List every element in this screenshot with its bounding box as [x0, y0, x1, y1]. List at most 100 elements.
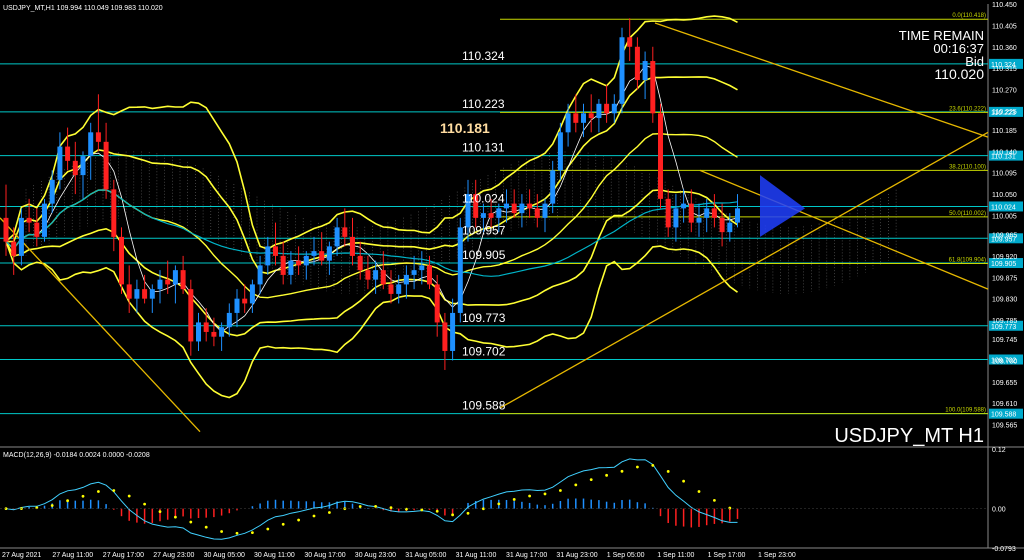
candle-body: [203, 322, 209, 332]
candle-body: [727, 222, 733, 233]
candle-body: [565, 113, 571, 133]
candle-body: [427, 265, 432, 285]
price-level-label: 109.588: [462, 399, 506, 413]
candle: [619, 27, 625, 114]
macd-signal-dot: [574, 483, 578, 487]
candle: [119, 227, 124, 294]
candle-body: [719, 217, 725, 233]
candle-body: [596, 103, 602, 119]
time-tick-label: 30 Aug 05:00: [204, 552, 245, 559]
candle-body: [504, 203, 509, 209]
candle-body: [365, 270, 371, 280]
price-level-label: 109.957: [462, 223, 506, 237]
candle-body: [581, 113, 586, 123]
candle-body: [172, 270, 178, 285]
macd-signal-dot: [636, 465, 639, 469]
candle-body: [704, 208, 710, 218]
candle-body: [342, 227, 348, 237]
candle-body: [257, 265, 263, 285]
candle-body: [265, 246, 271, 266]
candle-body: [149, 289, 155, 299]
candle-body: [527, 203, 533, 209]
candle-body: [735, 208, 740, 223]
candle-body: [72, 160, 78, 176]
time-tick-label: 30 Aug 17:00: [304, 552, 345, 559]
macd-signal-dot: [174, 515, 177, 519]
price-level-label: 110.223: [462, 97, 505, 111]
macd-signal-dot: [451, 513, 454, 517]
macd-signal-dot: [466, 511, 470, 515]
price-tick-label: 109.830: [992, 297, 1017, 304]
candle-body: [611, 103, 617, 114]
macd-signal-dot: [328, 511, 331, 514]
macd-signal-dot: [543, 492, 547, 496]
macd-signal-dot: [143, 502, 147, 506]
candle-body: [134, 289, 140, 299]
candle-body: [157, 279, 163, 290]
macd-signal-dot: [559, 489, 562, 492]
candle-body: [57, 146, 63, 180]
price-tick-label: 110.050: [992, 192, 1017, 199]
candle-body: [604, 103, 610, 114]
candle-body: [488, 213, 494, 218]
time-tick-label: 30 Aug 23:00: [355, 552, 396, 559]
candle-body: [34, 222, 40, 237]
candle-body: [665, 198, 671, 228]
symbol-watermark: USDJPY_MT H1: [834, 425, 984, 447]
time-tick-label: 31 Aug 23:00: [556, 552, 597, 559]
candle-body: [450, 312, 456, 351]
price-tag: 110.024: [989, 201, 1023, 212]
candle-body: [634, 46, 640, 81]
price-tick-label: 109.610: [992, 401, 1017, 408]
candle-body: [49, 179, 55, 204]
candle: [42, 198, 47, 242]
price-chart[interactable]: 0.0(110.418) 23.6(110.222) 38.2(110.100) 50…: [0, 0, 1024, 560]
candle-body: [280, 255, 286, 275]
time-tick-label: 1 Sep 17:00: [708, 552, 746, 559]
candle-body: [388, 284, 394, 294]
candle-body: [242, 298, 248, 304]
macd-signal-dot: [512, 498, 516, 501]
macd-signal-dot: [189, 520, 193, 524]
macd-signal-dot: [405, 507, 408, 511]
macd-tick-label: -0.0793: [992, 546, 1016, 553]
candle-body: [434, 284, 440, 323]
candle-body: [65, 146, 71, 161]
fib-label: 61.8(109.904): [949, 257, 986, 263]
price-level-label: 109.905: [462, 248, 506, 262]
candle-body: [334, 227, 340, 247]
candle-body: [234, 298, 240, 313]
macd-signal-dot: [528, 494, 531, 498]
candle-body: [288, 260, 294, 275]
candle-body: [296, 260, 302, 266]
candle-body: [211, 331, 217, 337]
price-tick-label: 110.450: [992, 2, 1017, 9]
macd-signal-dot: [312, 514, 316, 518]
candle-body: [557, 132, 563, 171]
macd-signal-dot: [127, 494, 131, 498]
chart-background: [0, 0, 1024, 560]
candle-body: [95, 132, 101, 142]
highlight-level-label: 110.181: [440, 120, 490, 136]
price-tick-label: 109.875: [992, 275, 1017, 282]
time-tick-label: 31 Aug 05:00: [405, 552, 446, 559]
price-level-label: 110.131: [462, 141, 505, 155]
candle-body: [442, 322, 448, 351]
candle-body: [519, 203, 525, 214]
candle-body: [650, 61, 656, 114]
time-tick-label: 1 Sep 11:00: [657, 552, 694, 559]
price-tick-label: 109.655: [992, 380, 1017, 387]
candle-body: [688, 203, 694, 223]
candle-body: [619, 37, 625, 104]
macd-signal-dot: [666, 470, 670, 473]
candle-body: [226, 312, 232, 328]
bid-value: 110.020: [934, 66, 984, 82]
macd-signal-dot: [297, 518, 300, 522]
fib-label: 0.0(110.418): [952, 13, 986, 19]
candle-body: [696, 217, 702, 223]
candle-body: [658, 113, 663, 199]
time-tick-label: 1 Sep 05:00: [607, 552, 645, 559]
candle-body: [103, 141, 109, 190]
macd-signal-dot: [589, 478, 593, 482]
macd-signal-dot: [220, 530, 224, 533]
